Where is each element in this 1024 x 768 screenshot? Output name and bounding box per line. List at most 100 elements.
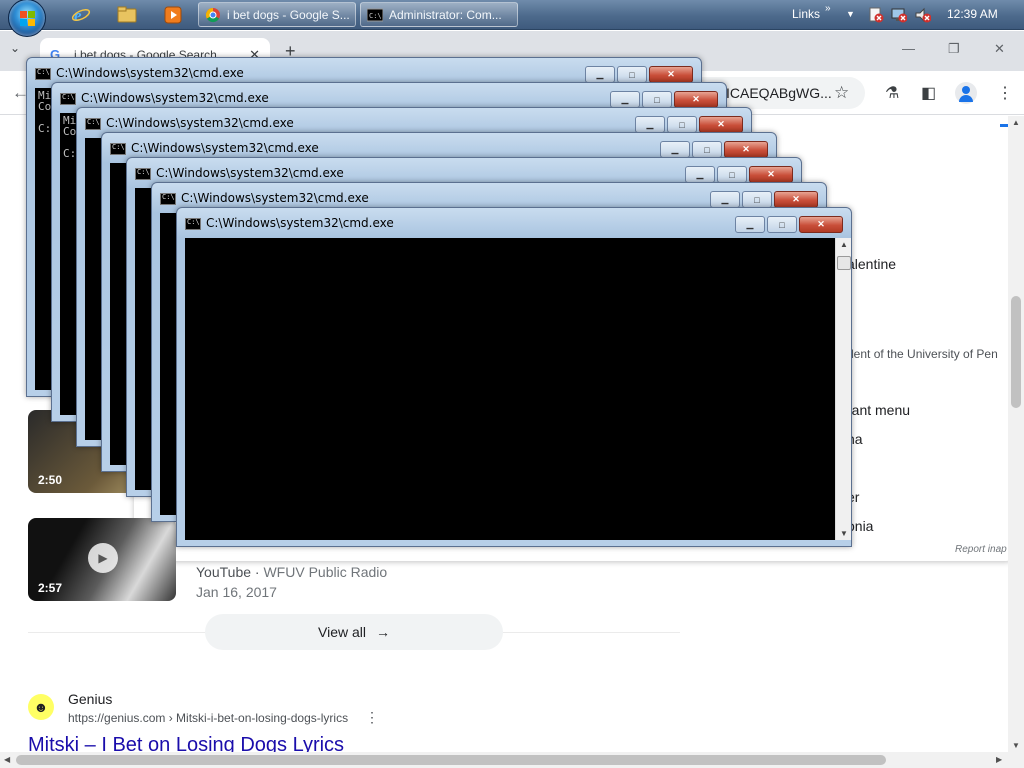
cmd-close-button[interactable]: ✕: [749, 166, 793, 183]
start-button[interactable]: [8, 0, 46, 37]
cmd-maximize-button[interactable]: □: [617, 66, 647, 83]
cmd-window[interactable]: C:\Windows\system32\cmd.exe▁□✕▲▼: [176, 207, 852, 547]
result-title-link[interactable]: Mitski – I Bet on Losing Dogs Lyrics: [28, 734, 344, 752]
kp-item[interactable]: alentine: [847, 256, 896, 272]
cmd-console-output[interactable]: [185, 238, 835, 540]
cmd-window-title: C:\Windows\system32\cmd.exe: [106, 116, 294, 130]
system-clock[interactable]: 12:39 AM: [947, 7, 998, 21]
cmd-window-title: C:\Windows\system32\cmd.exe: [181, 191, 369, 205]
cmd-minimize-button[interactable]: ▁: [710, 191, 740, 208]
side-panel-icon[interactable]: ◧: [921, 83, 936, 103]
cmd-icon: [85, 118, 101, 130]
cmd-window-controls: ▁ □ ✕: [735, 216, 843, 233]
taskbar-task-label: i bet dogs - Google S...: [227, 7, 350, 22]
media-player-icon[interactable]: [162, 4, 184, 26]
report-inappropriate-link[interactable]: Report inap: [955, 544, 1007, 555]
cmd-window-title: C:\Windows\system32\cmd.exe: [81, 91, 269, 105]
cmd-minimize-button[interactable]: ▁: [610, 91, 640, 108]
labs-icon[interactable]: ⚗: [885, 83, 899, 103]
page-vertical-scrollbar[interactable]: ▲ ▼: [1008, 116, 1024, 752]
scrollbar-thumb[interactable]: [1011, 296, 1021, 408]
chrome-icon: [205, 7, 220, 22]
video-platform: YouTube: [196, 564, 252, 580]
cmd-maximize-button[interactable]: □: [742, 191, 772, 208]
scroll-up-icon[interactable]: ▲: [840, 240, 848, 249]
scroll-left-icon[interactable]: ◀: [4, 755, 10, 764]
view-all-button[interactable]: View all →: [205, 614, 503, 650]
cmd-window-controls: ▁ □ ✕: [685, 166, 793, 183]
taskbar-cmd-task[interactable]: C:\ Administrator: Com...: [360, 2, 518, 27]
view-all-label: View all: [318, 624, 366, 640]
result-site-name[interactable]: Genius: [68, 691, 112, 707]
more-options-icon[interactable]: ⋮: [365, 709, 379, 726]
scroll-up-icon[interactable]: ▲: [1012, 118, 1020, 127]
cmd-scrollbar[interactable]: ▲▼: [835, 238, 851, 540]
cmd-window-title: C:\Windows\system32\cmd.exe: [56, 66, 244, 80]
cmd-icon: [35, 68, 51, 80]
genius-favicon-icon[interactable]: ☻: [28, 694, 54, 720]
taskbar: e i bet dogs - Google S... C:\ Administr…: [0, 0, 1024, 37]
scroll-down-icon[interactable]: ▼: [1012, 741, 1020, 750]
genius-face-glyph: ☻: [33, 699, 49, 715]
cmd-window-title: C:\Windows\system32\cmd.exe: [156, 166, 344, 180]
cmd-maximize-button[interactable]: □: [692, 141, 722, 158]
cmd-close-button[interactable]: ✕: [649, 66, 693, 83]
tab-search-icon[interactable]: ⌄: [10, 41, 20, 55]
cmd-window-controls: ▁ □ ✕: [585, 66, 693, 83]
video-publisher: WFUV Public Radio: [263, 564, 388, 580]
bookmark-star-icon[interactable]: ☆: [834, 83, 849, 103]
browser-restore-button[interactable]: ❐: [948, 41, 960, 57]
cmd-close-button[interactable]: ✕: [674, 91, 718, 108]
internet-explorer-icon[interactable]: e: [70, 4, 92, 26]
svg-text:e: e: [74, 6, 82, 25]
cmd-icon: [185, 218, 201, 230]
kp-item[interactable]: rant menu: [847, 402, 910, 418]
cmd-minimize-button[interactable]: ▁: [585, 66, 615, 83]
cmd-close-button[interactable]: ✕: [799, 216, 843, 233]
scroll-right-icon[interactable]: ▶: [996, 755, 1002, 764]
network-icon[interactable]: [891, 7, 907, 23]
scrollbar-thumb[interactable]: [16, 755, 886, 765]
volume-muted-icon[interactable]: [915, 7, 931, 23]
cmd-minimize-button[interactable]: ▁: [735, 216, 765, 233]
taskbar-chrome-task[interactable]: i bet dogs - Google S...: [198, 2, 356, 27]
play-icon[interactable]: ▶: [88, 543, 118, 573]
result-url[interactable]: https://genius.com › Mitski-i-bet-on-los…: [68, 711, 348, 725]
cmd-minimize-button[interactable]: ▁: [635, 116, 665, 133]
cmd-icon: [135, 168, 151, 180]
links-chevron-icon[interactable]: »: [825, 3, 831, 14]
chrome-menu-icon[interactable]: ⋮: [997, 83, 1013, 103]
cmd-icon: [60, 93, 76, 105]
cmd-minimize-button[interactable]: ▁: [660, 141, 690, 158]
cmd-icon: [110, 143, 126, 155]
cmd-close-button[interactable]: ✕: [699, 116, 743, 133]
windows-flag-icon: [20, 11, 36, 27]
browser-minimize-button[interactable]: —: [902, 41, 915, 56]
cmd-close-button[interactable]: ✕: [774, 191, 818, 208]
video-thumbnail[interactable]: ▶ 2:57: [28, 518, 176, 601]
video-duration: 2:50: [38, 473, 63, 487]
file-explorer-icon[interactable]: [116, 4, 138, 26]
scroll-down-icon[interactable]: ▼: [840, 529, 848, 538]
kp-item[interactable]: dent of the University of Pen: [847, 347, 998, 361]
cmd-close-button[interactable]: ✕: [724, 141, 768, 158]
video-source: YouTube · WFUV Public Radio: [196, 564, 388, 580]
cmd-maximize-button[interactable]: □: [767, 216, 797, 233]
links-toolbar-label[interactable]: Links: [792, 7, 820, 21]
video-duration: 2:57: [38, 581, 63, 595]
page-horizontal-scrollbar[interactable]: ◀ ▶: [0, 752, 1024, 768]
tray-expand-icon[interactable]: ▼: [846, 9, 862, 25]
cmd-maximize-button[interactable]: □: [667, 116, 697, 133]
cmd-maximize-button[interactable]: □: [717, 166, 747, 183]
cmd-minimize-button[interactable]: ▁: [685, 166, 715, 183]
action-center-icon[interactable]: [868, 7, 884, 23]
cmd-maximize-button[interactable]: □: [642, 91, 672, 108]
scrollbar-thumb[interactable]: [837, 256, 851, 270]
taskbar-task-label: Administrator: Com...: [389, 7, 502, 22]
arrow-right-icon: →: [376, 624, 390, 640]
address-bar-text: ICAEQABgWG...: [726, 85, 832, 101]
profile-avatar[interactable]: [955, 82, 977, 104]
browser-close-button[interactable]: ✕: [994, 41, 1005, 57]
video-date: Jan 16, 2017: [196, 584, 277, 600]
cmd-window-controls: ▁ □ ✕: [710, 191, 818, 208]
